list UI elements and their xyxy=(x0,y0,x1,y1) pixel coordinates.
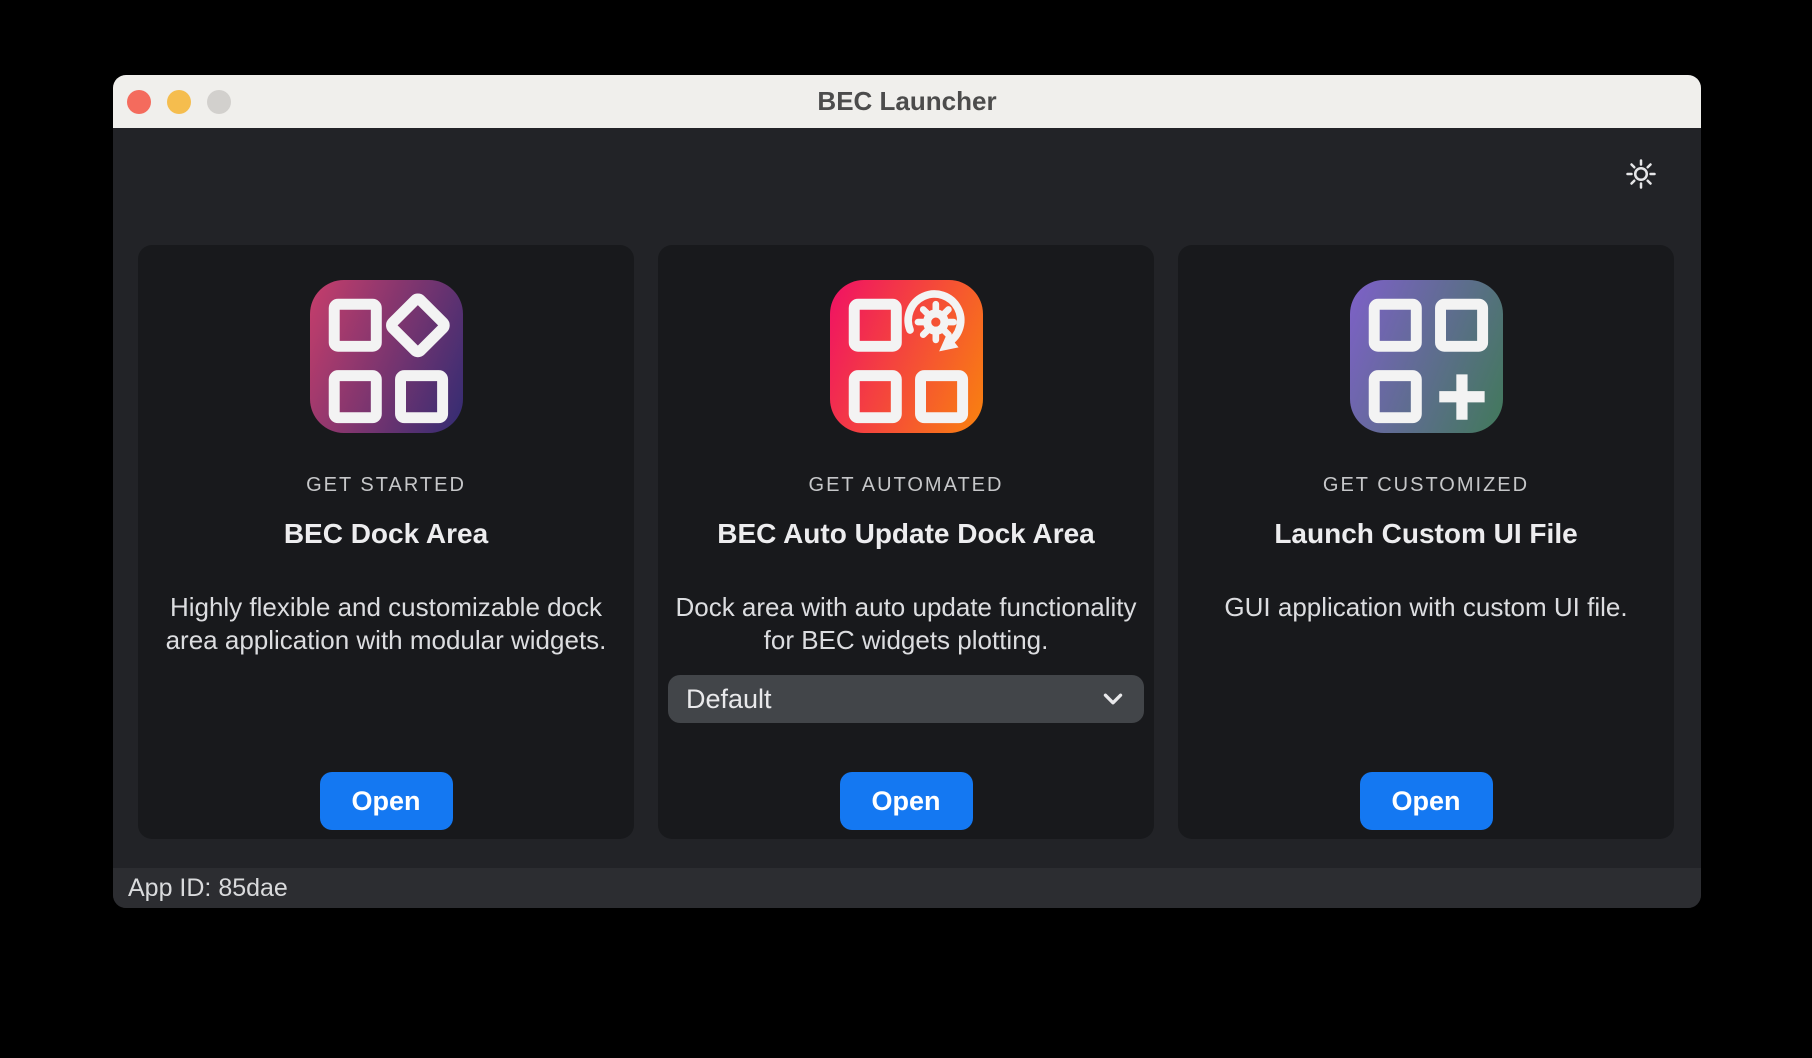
widget-grid-diamond-icon xyxy=(310,280,463,433)
card-bec-auto-update-dock-area: GET AUTOMATED BEC Auto Update Dock Area … xyxy=(658,245,1154,839)
window-title: BEC Launcher xyxy=(113,86,1701,117)
card-title: BEC Dock Area xyxy=(284,517,488,551)
close-button[interactable] xyxy=(127,90,151,114)
card-kicker: GET CUSTOMIZED xyxy=(1323,473,1529,497)
card-kicker: GET STARTED xyxy=(306,473,466,497)
open-button[interactable]: Open xyxy=(320,772,453,830)
chevron-down-icon xyxy=(1100,686,1126,712)
card-description: Dock area with auto update functionality… xyxy=(658,591,1154,657)
traffic-lights xyxy=(127,75,231,128)
config-select-value: Default xyxy=(686,684,772,715)
card-description: GUI application with custom UI file. xyxy=(1178,591,1674,624)
bec-launcher-window: BEC Launcher xyxy=(113,75,1701,908)
launcher-cards: GET STARTED BEC Dock Area Highly flexibl… xyxy=(138,245,1674,839)
widget-grid-plus-icon xyxy=(1350,280,1503,433)
minimize-button[interactable] xyxy=(167,90,191,114)
status-bar: App ID: 85dae xyxy=(113,868,1701,908)
card-title: BEC Auto Update Dock Area xyxy=(717,517,1095,551)
theme-toggle-button[interactable] xyxy=(1621,154,1661,194)
widget-grid-autoupdate-icon xyxy=(830,280,983,433)
card-bec-dock-area: GET STARTED BEC Dock Area Highly flexibl… xyxy=(138,245,634,839)
open-button[interactable]: Open xyxy=(1360,772,1493,830)
zoom-button[interactable] xyxy=(207,90,231,114)
main-content: GET STARTED BEC Dock Area Highly flexibl… xyxy=(113,128,1701,868)
desktop-background: BEC Launcher xyxy=(0,0,1812,1058)
card-launch-custom-ui-file: GET CUSTOMIZED Launch Custom UI File GUI… xyxy=(1178,245,1674,839)
sun-icon xyxy=(1623,156,1659,192)
card-title: Launch Custom UI File xyxy=(1274,517,1577,551)
app-id-label: App ID: 85dae xyxy=(128,874,288,903)
titlebar[interactable]: BEC Launcher xyxy=(113,75,1701,128)
config-select[interactable]: Default xyxy=(668,675,1144,723)
open-button[interactable]: Open xyxy=(840,772,973,830)
card-description: Highly flexible and customizable dock ar… xyxy=(138,591,634,657)
card-kicker: GET AUTOMATED xyxy=(809,473,1004,497)
